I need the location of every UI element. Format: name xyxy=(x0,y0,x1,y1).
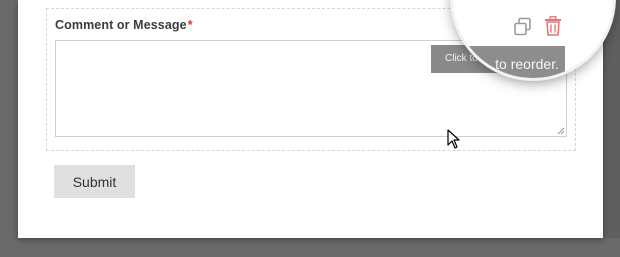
submit-button[interactable]: Submit xyxy=(54,165,135,198)
zoom-magnifier: to reorder. xyxy=(453,0,613,78)
reorder-tooltip: to reorder. xyxy=(453,46,565,78)
resize-handle-icon[interactable] xyxy=(557,127,565,135)
trash-icon[interactable] xyxy=(544,16,562,36)
duplicate-icon[interactable] xyxy=(513,17,533,37)
backdrop-left xyxy=(0,0,18,257)
required-asterisk: * xyxy=(187,18,193,32)
backdrop-bottom xyxy=(0,238,620,257)
field-label-text: Comment or Message xyxy=(55,18,187,32)
mouse-pointer-icon xyxy=(447,129,460,149)
field-label: Comment or Message* xyxy=(55,18,193,32)
